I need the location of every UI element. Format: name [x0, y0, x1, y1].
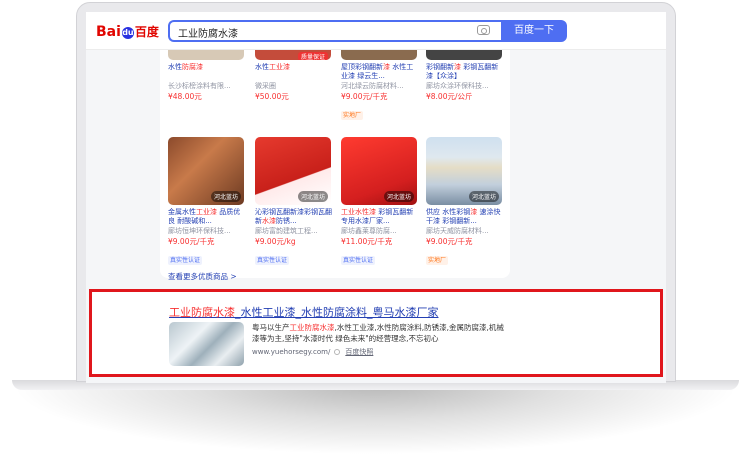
product-title[interactable]: 金属水性工业漆 品质优良 耐酸碱和...: [168, 208, 246, 226]
product-title[interactable]: 水性防腐漆: [168, 63, 246, 81]
product-price: ¥9.00元/kg: [255, 237, 296, 246]
product-image[interactable]: 质量保证: [255, 50, 331, 60]
product-image[interactable]: 河北蓝坊: [255, 137, 331, 205]
product-title[interactable]: 水性工业漆: [255, 63, 333, 81]
result-image[interactable]: [169, 322, 244, 366]
product-price: ¥8.00元/公斤: [426, 92, 473, 101]
product-price: ¥9.00元/千克: [168, 237, 215, 246]
result-abstract: 粤马以生产工业防腐水漆,水性工业漆,水性防腐涂料,防锈漆,金属防腐漆,机械漆等为…: [252, 323, 504, 343]
product-title[interactable]: 工业水性漆 彩钢瓦翻新专用水漆厂家...: [341, 208, 419, 226]
product-price: ¥48.00元: [168, 92, 202, 101]
product-price: ¥9.00元/千克: [426, 237, 473, 246]
product-badge: 真实性认证: [255, 256, 290, 265]
product-tag: 质量保证: [297, 52, 328, 60]
product-tag: 河北蓝坊: [297, 191, 328, 202]
product-price: ¥50.00元: [255, 92, 289, 101]
product-shop: 河北绿云防腐材料...: [341, 82, 404, 90]
product-image[interactable]: [168, 50, 244, 60]
search-button[interactable]: 百度一下: [501, 20, 567, 42]
product-image[interactable]: 河北蓝坊: [426, 137, 502, 205]
result-url-line: www.yuehorsegy.com/百度快照: [252, 347, 373, 357]
product-title[interactable]: 彩钢翻新漆 彩钢瓦翻新漆【众涂】: [426, 63, 504, 81]
product-price: ¥9.00元/千克: [341, 92, 388, 101]
product-title[interactable]: 屋顶彩钢翻新漆 水性工业漆 绿云生...: [341, 63, 419, 81]
product-shop: 廊坊众涂环保科技...: [426, 82, 489, 90]
product-shop: 廊坊天威防腐材料...: [426, 227, 489, 235]
snapshot-link[interactable]: 百度快照: [345, 348, 373, 356]
product-item[interactable]: 彩钢翻新漆 彩钢瓦翻新漆【众涂】 廊坊众涂环保科技... ¥8.00元/公斤: [426, 50, 504, 102]
search-input[interactable]: 工业防腐水漆: [168, 20, 501, 42]
highlighted-result: 工业防腐水漆_水性工业漆_水性防腐涂料_粤马水漆厂家 粤马以生产工业防腐水漆,水…: [89, 289, 663, 377]
product-tag: 河北蓝坊: [210, 191, 241, 202]
product-badge: 实地厂: [426, 256, 449, 265]
product-image[interactable]: [426, 50, 502, 60]
product-title[interactable]: 沁彩钢瓦翻新漆彩钢瓦翻新水漆防锈...: [255, 208, 333, 226]
search-header: Baidu百度 工业防腐水漆 百度一下: [86, 12, 666, 50]
product-image[interactable]: [341, 50, 417, 60]
product-item[interactable]: 质量保证 水性工业漆 微采圈 ¥50.00元: [255, 50, 333, 102]
product-badge: 实地厂: [341, 111, 364, 120]
result-url[interactable]: www.yuehorsegy.com/: [252, 348, 330, 356]
product-shop: 长沙标榜涂料有限...: [168, 82, 231, 90]
product-tag: 河北蓝坊: [468, 191, 499, 202]
product-item[interactable]: 河北蓝坊 金属水性工业漆 品质优良 耐酸碱和... 廊坊恒坤环保科技... ¥9…: [168, 137, 246, 266]
logo-text: Bai: [96, 24, 121, 40]
product-card: 水性防腐漆 长沙标榜涂料有限... ¥48.00元 质量保证 水性工业漆 微采圈…: [160, 50, 510, 281]
result-title-link[interactable]: 工业防腐水漆_水性工业漆_水性防腐涂料_粤马水漆厂家: [169, 304, 439, 320]
safety-icon: [334, 349, 341, 355]
product-image[interactable]: 河北蓝坊: [341, 137, 417, 205]
product-shop: 廊坊富韵建筑工程...: [255, 227, 318, 235]
product-item[interactable]: 河北蓝坊 沁彩钢瓦翻新漆彩钢瓦翻新水漆防锈... 廊坊富韵建筑工程... ¥9.…: [255, 137, 333, 266]
more-products-link[interactable]: 查看更多优质商品 >: [168, 271, 237, 282]
product-shop: 廊坊鑫莱尊防腐...: [341, 227, 397, 235]
product-item[interactable]: 河北蓝坊 供应 水性彩钢漆 速涂快干漆 彩钢翻新... 廊坊天威防腐材料... …: [426, 137, 504, 266]
logo-text-cn: 百度: [134, 25, 159, 39]
baidu-logo[interactable]: Baidu百度: [96, 23, 159, 40]
camera-icon[interactable]: [477, 25, 490, 35]
product-tag: 河北蓝坊: [383, 191, 414, 202]
product-item[interactable]: 水性防腐漆 长沙标榜涂料有限... ¥48.00元: [168, 50, 246, 102]
product-item[interactable]: 河北蓝坊 工业水性漆 彩钢瓦翻新专用水漆厂家... 廊坊鑫莱尊防腐... ¥11…: [341, 137, 419, 266]
product-shop: 微采圈: [255, 82, 276, 90]
device-shadow: [10, 385, 741, 455]
product-shop: 廊坊恒坤环保科技...: [168, 227, 231, 235]
product-badge: 真实性认证: [341, 256, 376, 265]
product-item[interactable]: 屋顶彩钢翻新漆 水性工业漆 绿云生... 河北绿云防腐材料... ¥9.00元/…: [341, 50, 419, 121]
product-badge: 真实性认证: [168, 256, 203, 265]
product-title[interactable]: 供应 水性彩钢漆 速涂快干漆 彩钢翻新...: [426, 208, 504, 226]
product-price: ¥11.00元/千克: [341, 237, 393, 246]
paw-icon: du: [121, 27, 134, 39]
product-image[interactable]: 河北蓝坊: [168, 137, 244, 205]
